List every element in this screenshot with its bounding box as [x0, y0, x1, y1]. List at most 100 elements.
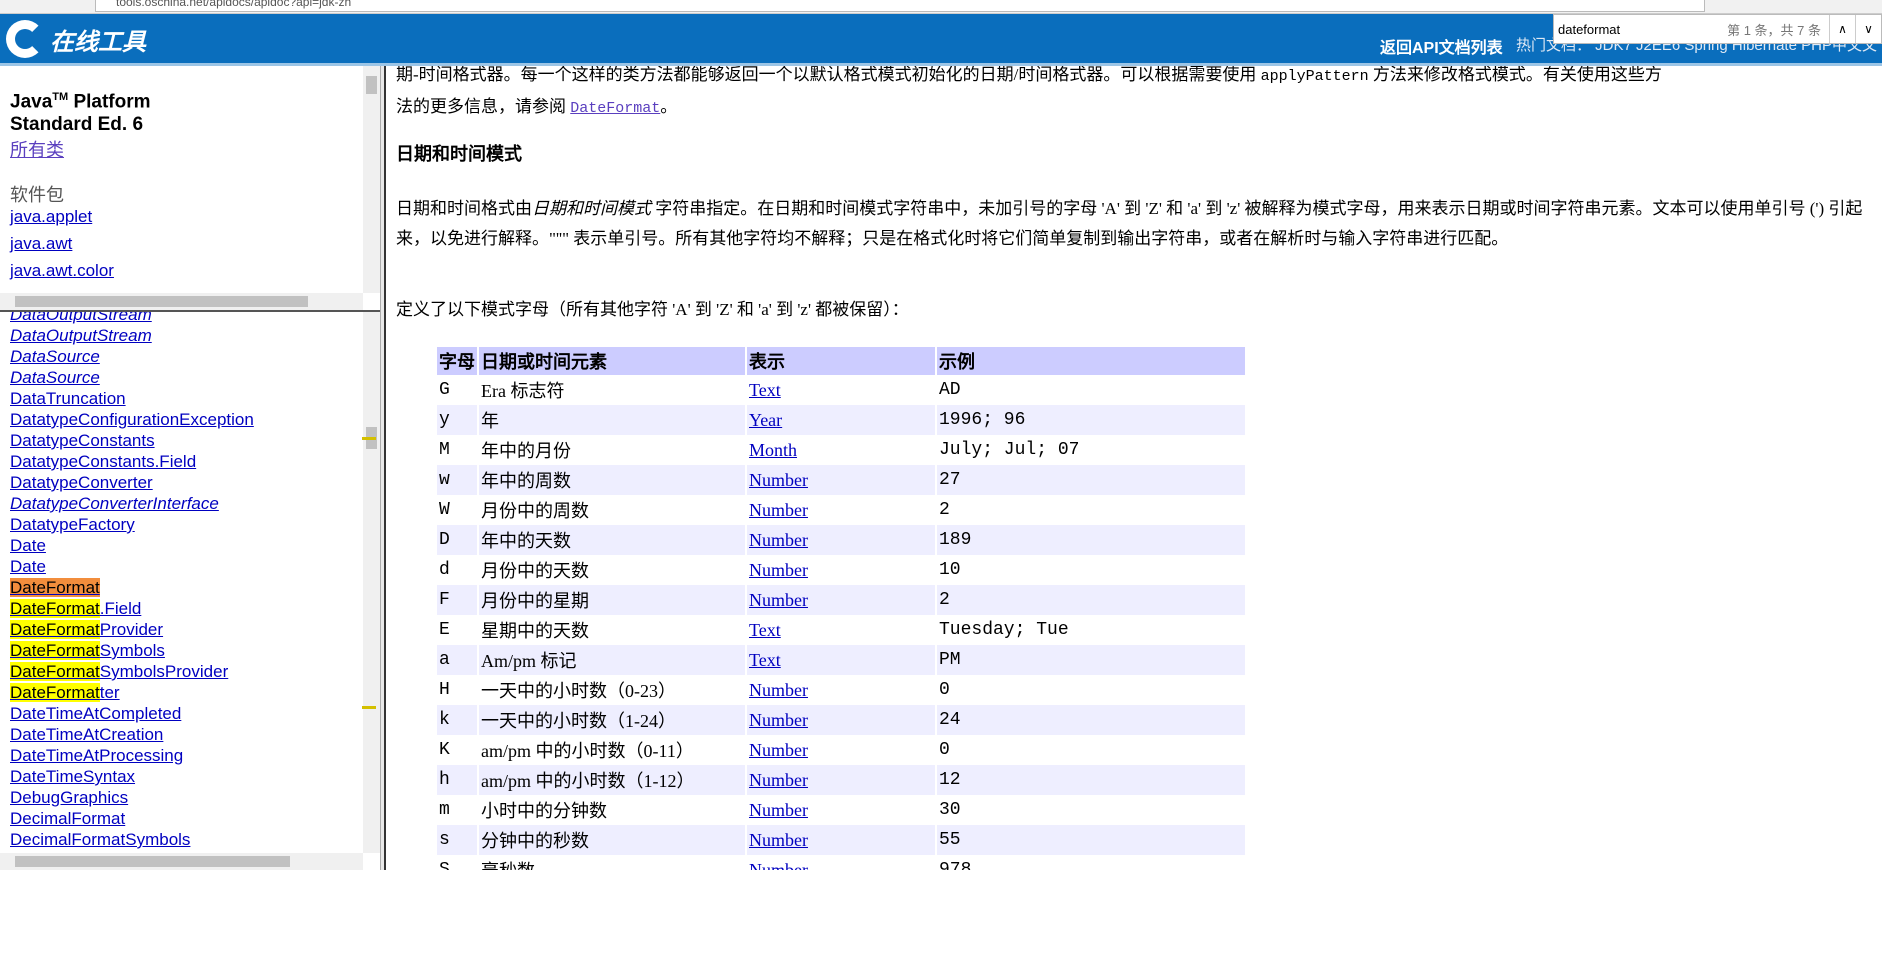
presentation-link[interactable]: Number: [749, 590, 808, 610]
pattern-letters-table: 字母 日期或时间元素 表示 示例 G Era 标志符 Text AD y 年 Year 199…: [435, 347, 1247, 870]
presentation-link[interactable]: Number: [749, 740, 808, 760]
date-time-element: 毫秒数: [479, 855, 745, 870]
date-time-element: 一天中的小时数（0-23）: [481, 681, 676, 701]
pattern-letter: K: [439, 740, 450, 760]
class-link[interactable]: DecimalFormatSymbols: [10, 829, 254, 850]
intro-paragraph: 期-时间格式器。每一个这样的类方法都能够返回一个以默认格式模式初始化的日期/时间…: [396, 66, 1662, 117]
example: 978: [939, 860, 972, 870]
class-link[interactable]: DataTruncation: [10, 388, 254, 409]
presentation: Number: [747, 795, 935, 825]
find-highlight: DateFormat: [10, 578, 100, 597]
class-name-rest: SymbolsProvider: [99, 662, 229, 681]
class-link[interactable]: Date: [10, 535, 254, 556]
presentation-link[interactable]: Number: [749, 830, 808, 850]
presentation-link[interactable]: Text: [749, 650, 781, 670]
presentation-link[interactable]: Number: [749, 770, 808, 790]
presentation: Number: [747, 735, 935, 765]
presentation-link[interactable]: Year: [749, 410, 782, 430]
date-time-element: Era 标志符: [481, 381, 565, 401]
classes-vscrollbar[interactable]: [362, 312, 380, 853]
class-link[interactable]: DateTimeAtCompleted: [10, 703, 254, 724]
find-highlight: DateFormat: [10, 662, 100, 681]
example: Tuesday; Tue: [939, 620, 1069, 640]
class-link[interactable]: DateFormatSymbolsProvider: [10, 661, 254, 682]
presentation-link[interactable]: Text: [749, 620, 781, 640]
main-vscrollbar-divider[interactable]: [380, 66, 386, 870]
classes-hscrollbar[interactable]: [0, 853, 363, 870]
example: 1996; 96: [937, 405, 1245, 435]
class-link[interactable]: DatatypeConverterInterface: [10, 493, 254, 514]
find-bar: dateformat 第 1 条，共 7 条 ∧ ∨: [1553, 14, 1882, 44]
package-link[interactable]: java.awt.color: [10, 261, 114, 288]
class-link[interactable]: DateFormatProvider: [10, 619, 254, 640]
packages-hscrollbar[interactable]: [0, 293, 363, 310]
example: 12: [937, 765, 1245, 795]
presentation-link[interactable]: Number: [749, 710, 808, 730]
pattern-letter: w: [437, 465, 477, 495]
presentation-link[interactable]: Number: [749, 530, 808, 550]
presentation-link[interactable]: Number: [749, 560, 808, 580]
find-highlight: DateFormat: [10, 620, 100, 639]
presentation-link[interactable]: Number: [749, 800, 808, 820]
example: 2: [939, 500, 950, 520]
date-time-element: 小时中的分钟数: [481, 801, 607, 821]
find-prev-button[interactable]: ∧: [1829, 15, 1855, 43]
table-row: W 月份中的周数 Number 2: [437, 495, 1245, 525]
logo-text: 在线工具: [50, 29, 146, 56]
presentation-link[interactable]: Number: [749, 680, 808, 700]
date-time-element: 年中的天数: [479, 525, 745, 555]
class-link[interactable]: DateFormat.Field: [10, 598, 254, 619]
platform-title: JavaTM Platform Standard Ed. 6: [10, 91, 151, 136]
letters-intro: 定义了以下模式字母（所有其他字符 'A' 到 'Z' 和 'a' 到 'z' 都…: [396, 300, 909, 319]
table-row: F 月份中的星期 Number 2: [437, 585, 1245, 615]
find-highlight: DateFormat: [10, 599, 100, 618]
class-link[interactable]: DataSource: [10, 346, 254, 367]
class-link[interactable]: DateTimeSyntax: [10, 766, 254, 787]
class-name-rest: .Field: [99, 599, 142, 618]
class-link[interactable]: DateTimeAtProcessing: [10, 745, 254, 766]
packages-label: 软件包: [10, 185, 64, 205]
presentation-link[interactable]: Text: [749, 380, 781, 400]
class-link[interactable]: DateFormat: [10, 577, 254, 598]
class-name-rest: ter: [99, 683, 120, 702]
presentation: Month: [747, 435, 935, 465]
package-link[interactable]: java.awt: [10, 234, 114, 261]
all-classes-link[interactable]: 所有类: [10, 136, 64, 162]
class-link[interactable]: DatatypeConstants: [10, 430, 254, 451]
address-bar[interactable]: tools.oschina.net/apidocs/apidoc?api=jdk…: [95, 0, 1705, 12]
find-next-button[interactable]: ∨: [1855, 15, 1881, 43]
presentation-link[interactable]: Number: [749, 860, 808, 871]
class-link[interactable]: DatatypeConverter: [10, 472, 254, 493]
find-input[interactable]: dateformat: [1554, 22, 1727, 37]
class-link[interactable]: DecimalFormat: [10, 808, 254, 829]
presentation-link[interactable]: Number: [749, 470, 808, 490]
class-link[interactable]: DataSource: [10, 367, 254, 388]
class-link[interactable]: Date: [10, 556, 254, 577]
back-to-api-list-link[interactable]: 返回API文档列表: [1380, 34, 1503, 58]
packages-vscrollbar[interactable]: [363, 66, 380, 293]
class-link[interactable]: DebugGraphics: [10, 787, 254, 808]
doc-content: 期-时间格式器。每一个这样的类方法都能够返回一个以默认格式模式初始化的日期/时间…: [388, 66, 1882, 870]
date-time-element: 月份中的周数: [481, 501, 589, 521]
dateformat-link[interactable]: DateFormat: [570, 100, 660, 117]
presentation: Number: [747, 585, 935, 615]
presentation: Text: [747, 375, 935, 405]
class-link[interactable]: DateTimeAtCreation: [10, 724, 254, 745]
presentation-link[interactable]: Month: [749, 440, 797, 460]
table-row: G Era 标志符 Text AD: [437, 375, 1245, 405]
class-link[interactable]: DateFormatter: [10, 682, 254, 703]
date-time-element: 分钟中的秒数: [479, 825, 745, 855]
class-link[interactable]: DataOutputStream: [10, 325, 254, 346]
package-link[interactable]: java.applet: [10, 207, 114, 234]
class-link[interactable]: DatatypeConstants.Field: [10, 451, 254, 472]
site-logo[interactable]: 在线工具: [6, 20, 146, 58]
class-list: DataOutputStream DataOutputStream DataSour…: [10, 312, 254, 870]
pattern-letter: W: [439, 500, 450, 520]
class-link[interactable]: DateFormatSymbols: [10, 640, 254, 661]
class-link[interactable]: DataOutputStream: [10, 312, 254, 325]
presentation-link[interactable]: Number: [749, 500, 808, 520]
class-link[interactable]: DatatypeFactory: [10, 514, 254, 535]
table-row: s 分钟中的秒数 Number 55: [437, 825, 1245, 855]
class-link[interactable]: DatatypeConfigurationException: [10, 409, 254, 430]
browser-toolbar: tools.oschina.net/apidocs/apidoc?api=jdk…: [0, 0, 1882, 14]
